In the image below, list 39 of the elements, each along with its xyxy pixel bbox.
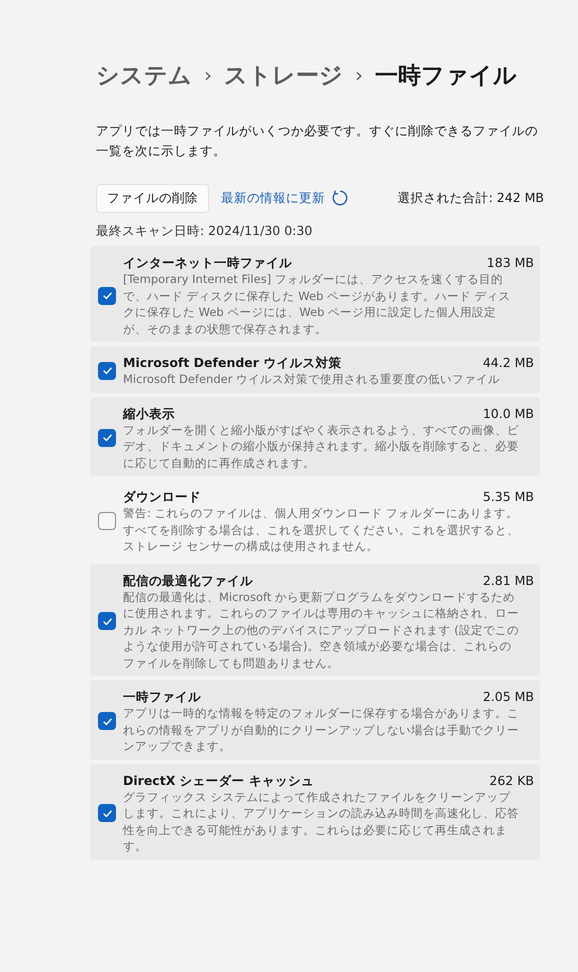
- breadcrumb-link[interactable]: システム: [96, 60, 192, 90]
- category-title: 縮小表示: [123, 404, 175, 422]
- category-size: 44.2 MB: [482, 354, 534, 371]
- breadcrumb-link[interactable]: ストレージ: [224, 60, 343, 90]
- category-title: Microsoft Defender ウイルス対策: [123, 354, 342, 371]
- refresh-link[interactable]: 最新の情報に更新: [221, 190, 325, 206]
- category-description: 警告: これらのファイルは、個人用ダウンロード フォルダーにあります。すべてを削除する場合は、これを選択してください。これを選択すると、ストレージ センサーの構成は使用されません。: [123, 505, 520, 554]
- checkbox[interactable]: [98, 362, 116, 380]
- category-description: グラフィックス システムによって作成されたファイルをクリーンアップします。これにより、アプリケーションの読み込み時間を高速化し、応答性を向上できる可能性があります。これらは必要に応じて再生成されます。: [123, 788, 520, 854]
- category-size: 262 KB: [489, 772, 534, 788]
- selected-total: 選択された合計: 242 MB: [398, 190, 544, 206]
- category-size: 183 MB: [486, 254, 534, 271]
- delete-files-button[interactable]: ファイルの削除: [96, 184, 209, 212]
- checkbox[interactable]: [98, 804, 116, 822]
- category-title: 一時ファイル: [123, 688, 201, 705]
- category-description: [Temporary Internet Files] フォルダーには、アクセスを速くする目的で、ハード ディスクに保存した Web ページがあります。ハード ディスクに保存した Web ページには、Web ページ用に設定した個人用設定が、そのままの状態で保存されます。: [123, 271, 512, 337]
- category-description: フォルダーを開くと縮小版がすばやく表示されるよう、すべての画像、ビデオ、ドキュメントの縮小版が保持されます。縮小版を削除すると、必要に応じて自動的に再作成されます。: [123, 422, 520, 471]
- breadcrumb-separator: ›: [355, 63, 363, 87]
- category-size: 5.35 MB: [482, 488, 534, 505]
- checkbox[interactable]: [98, 512, 116, 530]
- category-size: 10.0 MB: [482, 404, 534, 422]
- category-title: インターネット一時ファイル: [123, 254, 292, 271]
- category-title: DirectX シェーダー キャッシュ: [123, 772, 314, 788]
- category-title: 配信の最適化ファイル: [123, 572, 253, 588]
- checkbox[interactable]: [98, 712, 116, 730]
- category-description: 配信の最適化は、Microsoft から更新プログラムをダウンロードするために使用されます。これらのファイルは専用のキャッシュに格納され、ローカル ネットワーク上の他のデバイスにアップロードされます (設定でこのような使用が許可されている場合)。空き領域が必要な場合は、これらのファイルを削除しても問題ありません。: [123, 588, 520, 671]
- category-title: ダウンロード: [123, 488, 201, 505]
- checkbox[interactable]: [98, 612, 116, 630]
- category-description: Microsoft Defender ウイルス対策で使用される重要度の低いファイル: [123, 371, 502, 388]
- last-scan-text: 最終スキャン日時: 2024/11/30 0:30: [96, 223, 314, 240]
- refresh-icon[interactable]: [331, 189, 349, 207]
- category-size: 2.05 MB: [482, 688, 534, 705]
- category-size: 2.81 MB: [482, 572, 534, 588]
- checkbox[interactable]: [98, 286, 116, 304]
- checkbox[interactable]: [98, 428, 116, 447]
- category-description: アプリは一時的な情報を特定のフォルダーに保存する場合があります。これらの情報をアプリが自動的にクリーンアップしない場合は手動でクリーンアップできます。: [123, 705, 520, 754]
- intro-text: アプリでは一時ファイルがいくつか必要です。すぐに削除できるファイルの一覧を次に示します。: [96, 122, 539, 160]
- page-title: 一時ファイル: [375, 62, 517, 90]
- breadcrumb-separator: ›: [204, 63, 212, 87]
